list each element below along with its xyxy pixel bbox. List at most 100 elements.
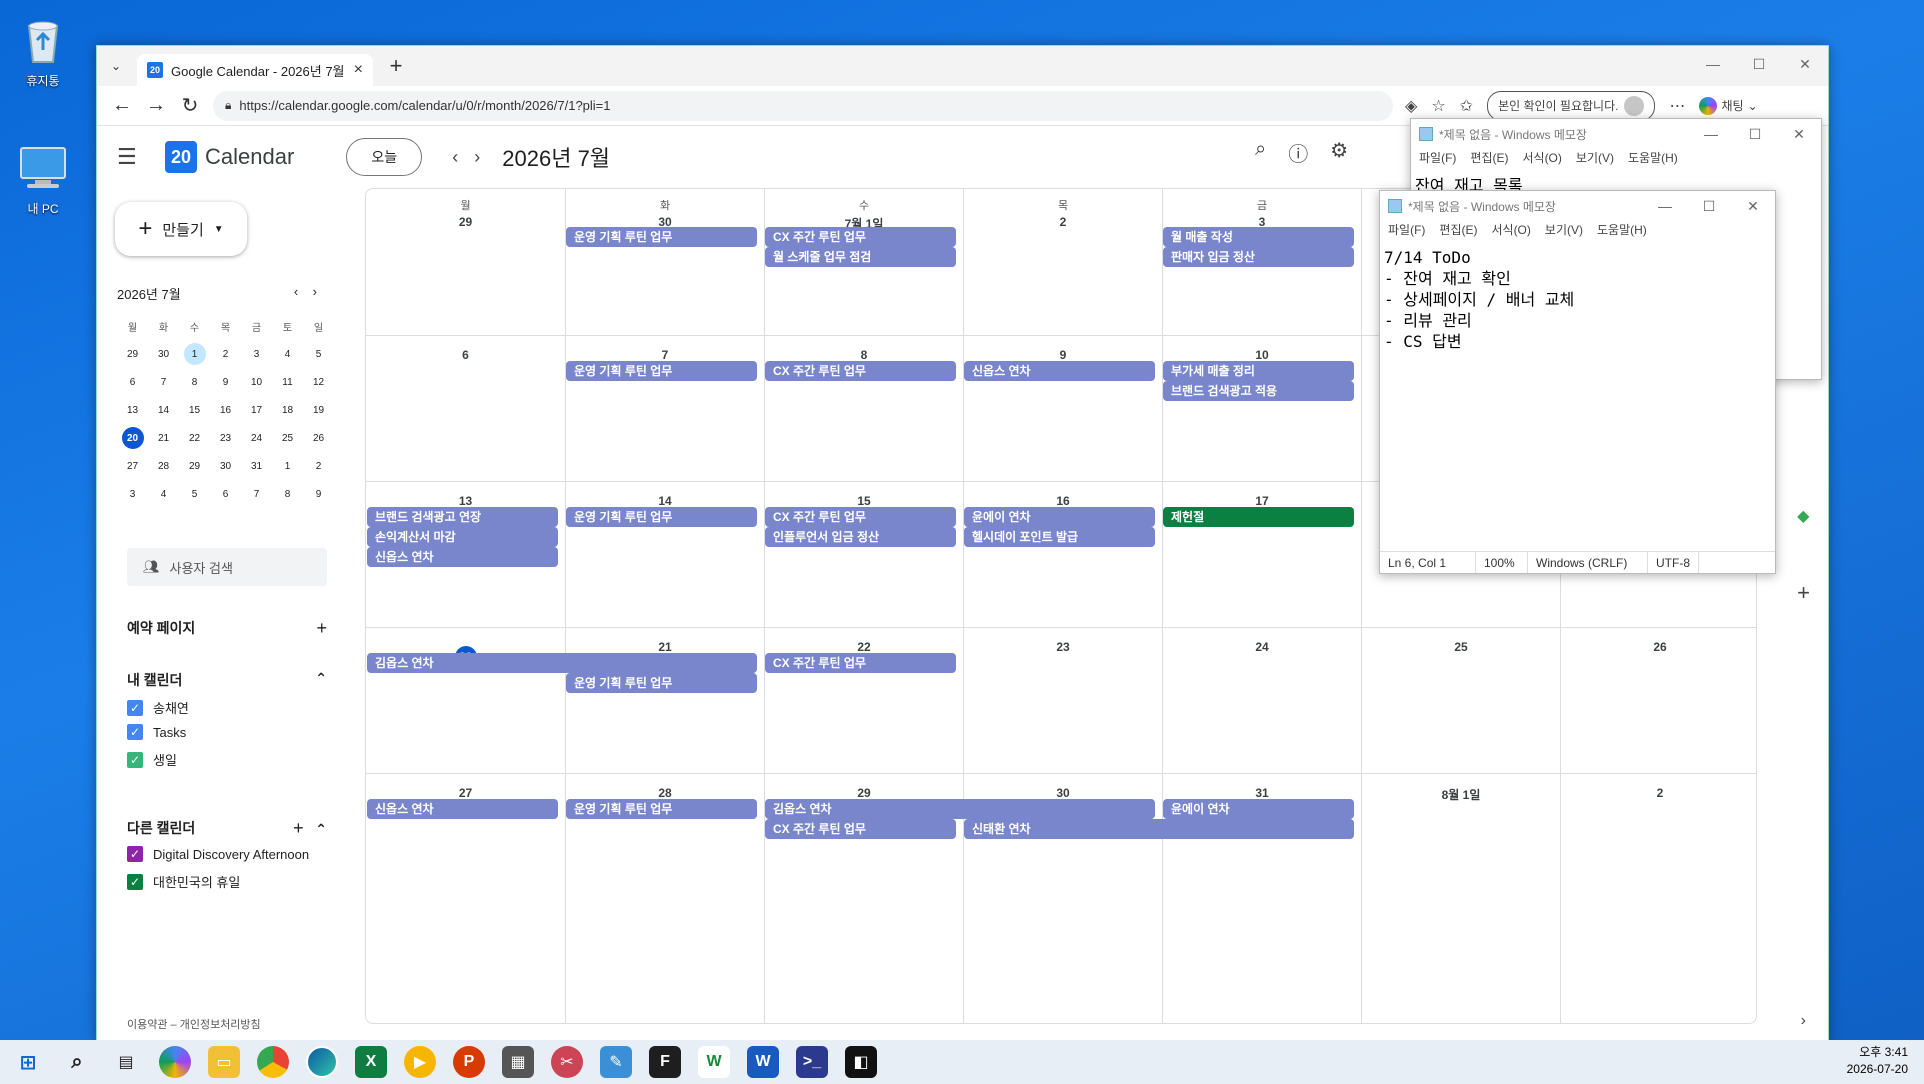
create-button[interactable]: + 만들기 ▼ [115,202,247,256]
notepad-menu-item[interactable]: 서식(O) [1522,149,1561,171]
day-number[interactable]: 22 [857,640,870,654]
day-number[interactable]: 16 [1056,494,1069,508]
mini-day[interactable]: 11 [272,371,303,393]
user-search-input[interactable]: 👥︎ 사용자 검색 [127,548,327,586]
mini-day[interactable]: 24 [241,427,272,449]
chevron-up-icon[interactable]: ⌃ [315,821,327,837]
day-number[interactable]: 30 [1056,786,1069,800]
notepad-menu-item[interactable]: 보기(V) [1576,149,1614,171]
calendar-event[interactable]: 브랜드 검색광고 연장 [367,507,558,527]
gear-icon[interactable]: ⚙ [1330,138,1348,167]
w-app-icon[interactable]: W [698,1046,730,1078]
notepad-menu-item[interactable]: 서식(O) [1491,221,1530,243]
mini-day[interactable]: 30 [148,343,179,365]
forward-button[interactable]: → [139,94,173,117]
calendar-event[interactable]: 월 스케줄 업무 점검 [765,247,956,267]
chrome-icon[interactable] [257,1046,289,1078]
mini-day[interactable]: 21 [148,427,179,449]
copilot-icon[interactable] [159,1046,191,1078]
mini-day[interactable]: 29 [179,455,210,477]
mini-day[interactable]: 26 [303,427,334,449]
day-cell[interactable]: 22 [764,628,963,773]
day-cell[interactable]: 8월 1일 [1361,774,1560,1023]
maximize-icon[interactable]: ☐ [1733,126,1777,143]
today-button[interactable]: 오늘 [346,138,423,176]
calendar-list-item[interactable]: ✓ Tasks [127,724,186,740]
mini-day[interactable]: 3 [117,483,148,505]
day-number[interactable]: 28 [658,786,671,800]
mini-prev-icon[interactable]: ‹ [294,284,298,299]
mini-day[interactable]: 28 [148,455,179,477]
day-cell[interactable]: 10 [1162,336,1361,481]
mini-day[interactable]: 18 [272,399,303,421]
calendar-event[interactable]: 인플루언서 입금 정산 [765,527,956,547]
media-player-icon[interactable]: ▶ [404,1046,436,1078]
day-cell[interactable]: 20 [366,628,565,773]
mini-day[interactable]: 8 [272,483,303,505]
calendar-event[interactable]: 운영 기획 루틴 업무 [566,361,757,381]
checkbox-icon[interactable]: ✓ [127,699,143,716]
calendar-event[interactable]: 운영 기획 루틴 업무 [566,673,757,693]
day-cell[interactable]: 21 [565,628,764,773]
close-icon[interactable]: ✕ [1777,126,1821,143]
mini-day[interactable]: 25 [272,427,303,449]
close-tab-icon[interactable]: × [354,61,363,79]
add-booking-page-icon[interactable]: + [316,618,327,639]
back-button[interactable]: ← [105,94,139,117]
mini-day[interactable]: 17 [241,399,272,421]
minimize-icon[interactable]: — [1690,46,1736,82]
terminal-icon[interactable]: >_ [796,1046,828,1078]
calendar-event[interactable]: 부가세 매출 정리 [1163,361,1354,381]
day-cell[interactable]: 2 [1560,774,1756,1023]
mini-day[interactable]: 1 [272,455,303,477]
day-cell[interactable]: 23 [963,628,1162,773]
mini-day[interactable]: 8 [179,371,210,393]
day-number[interactable]: 10 [1255,348,1268,362]
day-cell[interactable]: 17 [1162,482,1361,627]
calendar-list-item[interactable]: ✓ 대한민국의 휴일 [127,872,240,891]
checkbox-icon[interactable]: ✓ [127,724,143,740]
new-tab-button[interactable]: + [381,53,411,79]
my-calendars-section[interactable]: 내 캘린더 ⌃ [127,670,327,690]
browser-tab[interactable]: 20 Google Calendar - 2026년 7월 × [137,54,373,86]
close-icon[interactable]: ✕ [1782,46,1828,82]
day-number[interactable]: 26 [1653,640,1666,654]
checkbox-icon[interactable]: ✓ [127,873,143,890]
calendar-event[interactable]: CX 주간 루틴 업무 [765,653,956,673]
mini-day[interactable]: 12 [303,371,334,393]
day-number[interactable]: 24 [1255,640,1268,654]
day-cell[interactable]: 화 30 [565,189,764,335]
day-cell[interactable]: 월 29 [366,189,565,335]
day-cell[interactable]: 8 [764,336,963,481]
favorite-star-icon[interactable]: ☆ [1431,96,1445,116]
mini-day[interactable]: 20 [121,427,144,449]
edge-icon[interactable] [306,1046,338,1078]
mini-day[interactable]: 27 [117,455,148,477]
mini-day[interactable]: 31 [241,455,272,477]
mini-day[interactable]: 4 [272,343,303,365]
day-number[interactable]: 25 [1454,640,1467,654]
tracking-prevention-icon[interactable]: ◈ [1405,96,1417,116]
notepad-icon[interactable]: ✎ [600,1046,632,1078]
day-number[interactable]: 8월 1일 [1442,788,1481,802]
word-icon[interactable]: W [747,1046,779,1078]
minimize-icon[interactable]: — [1643,198,1687,215]
mini-day[interactable]: 5 [303,343,334,365]
notepad-text-area[interactable]: 7/14 ToDo - 잔여 재고 확인 - 상세페이지 / 배너 교체 - 리… [1380,243,1775,356]
mini-day[interactable]: 5 [179,483,210,505]
day-number[interactable]: 31 [1255,786,1268,800]
notepad-menu-item[interactable]: 파일(F) [1419,149,1456,171]
file-explorer-icon[interactable]: ▭ [208,1046,240,1078]
system-clock[interactable]: 오후 3:41 2026-07-20 [1847,1044,1908,1078]
calendar-event[interactable]: CX 주간 루틴 업무 [765,507,956,527]
mini-day[interactable]: 1 [183,343,206,365]
checkbox-icon[interactable]: ✓ [127,751,143,768]
mini-day[interactable]: 19 [303,399,334,421]
mini-day[interactable]: 22 [179,427,210,449]
mini-day[interactable]: 7 [148,371,179,393]
calendar-list-item[interactable]: ✓ 생일 [127,750,177,769]
url-field[interactable]: 🔒︎ https://calendar.google.com/calendar/… [213,90,1393,121]
calendar-list-item[interactable]: ✓ Digital Discovery Afternoon [127,846,309,862]
notepad-menu-item[interactable]: 보기(V) [1545,221,1583,243]
calendar-event[interactable]: 신태환 연차 [964,819,1354,839]
